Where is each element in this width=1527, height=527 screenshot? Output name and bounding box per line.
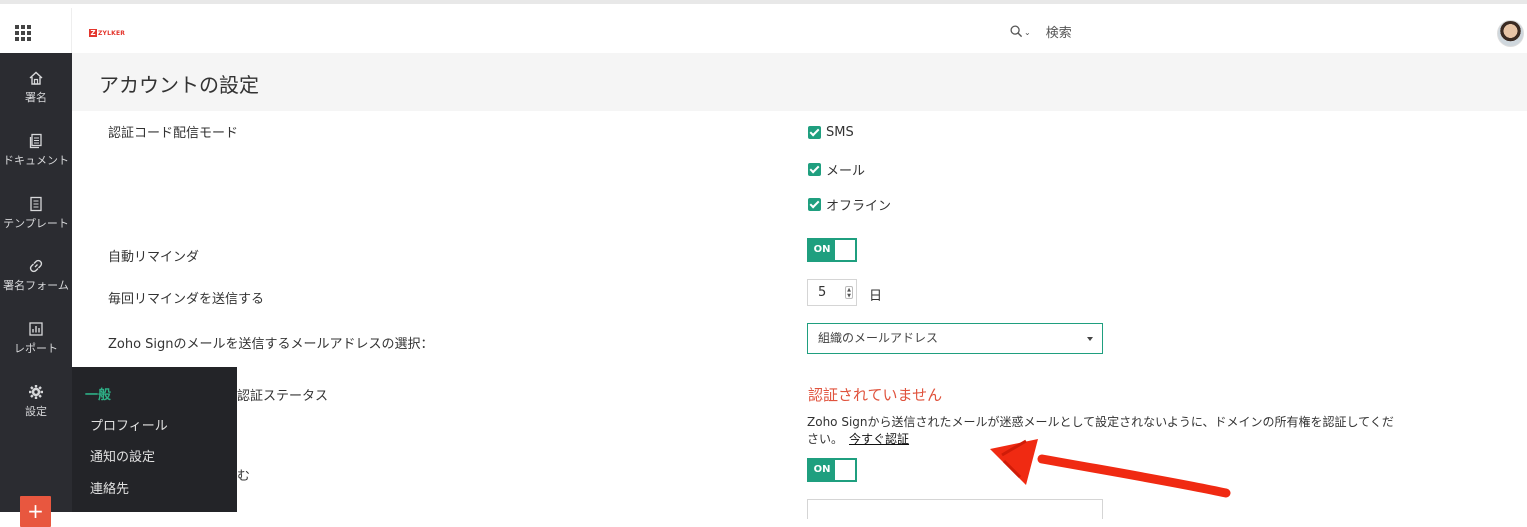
- sidebar-item-label: レポート: [14, 342, 58, 355]
- sidebar-item-reports[interactable]: レポート: [0, 321, 72, 356]
- checkbox-checked-icon: [808, 163, 821, 176]
- auto-reminder-toggle[interactable]: ON: [807, 238, 857, 262]
- reminder-interval-value: 5: [818, 285, 827, 300]
- home-icon: [29, 71, 43, 85]
- sidebar-item-label: テンプレート: [3, 217, 69, 230]
- annotation-arrow-icon: [990, 439, 1231, 498]
- document-icon: [29, 133, 42, 149]
- toggle-on-label: ON: [809, 240, 835, 260]
- logo-mark-icon: Z: [89, 29, 97, 37]
- search-button[interactable]: ⌄ 検索: [1010, 22, 1072, 41]
- submenu-item-notifications[interactable]: 通知の設定: [90, 446, 155, 465]
- company-logo[interactable]: Z ZYLKER: [89, 28, 125, 38]
- settings-submenu: 一般 プロフィール 通知の設定 連絡先: [72, 367, 237, 512]
- sidebar-item-sign[interactable]: 署名: [0, 70, 72, 105]
- page-title: アカウントの設定: [99, 73, 259, 97]
- sender-email-select[interactable]: 組織のメールアドレス: [807, 323, 1103, 354]
- sidebar-item-label: 署名フォーム: [3, 279, 69, 292]
- divider: [71, 8, 72, 57]
- include-label-partial: む: [237, 469, 251, 484]
- domain-status-label: 認証ステータス: [237, 389, 329, 404]
- link-icon: [29, 259, 43, 273]
- email-label: メール: [826, 164, 866, 179]
- auto-reminder-label: 自動リマインダ: [108, 250, 200, 265]
- avatar[interactable]: [1497, 20, 1524, 47]
- sidebar-item-label: ドキュメント: [3, 154, 69, 167]
- search-label: 検索: [1045, 26, 1072, 41]
- domain-status-value: 認証されていません: [808, 386, 943, 404]
- reminder-interval-input[interactable]: 5 ▲ ▼: [807, 279, 857, 306]
- offline-label: オフライン: [826, 199, 892, 214]
- search-icon: [1010, 25, 1023, 38]
- submenu-item-profile[interactable]: プロフィール: [90, 415, 168, 434]
- sender-email-value: 組織のメールアドレス: [818, 331, 939, 345]
- sidebar-item-settings[interactable]: 設定: [0, 384, 72, 419]
- sidebar: 署名 ドキュメント テンプレート 署名フォーム レポート 設定 +: [0, 53, 72, 527]
- template-icon: [30, 196, 42, 212]
- sms-checkbox[interactable]: SMS: [808, 125, 854, 140]
- submenu-item-contacts[interactable]: 連絡先: [90, 478, 129, 497]
- verify-now-link[interactable]: 今すぐ認証: [849, 432, 909, 446]
- toggle-on-label: ON: [809, 460, 835, 480]
- top-bar: Z ZYLKER ⌄ 検索: [0, 0, 1527, 57]
- report-icon: [29, 322, 43, 336]
- app-grid-icon[interactable]: [15, 25, 31, 41]
- stepper-icon[interactable]: ▲ ▼: [845, 286, 853, 299]
- sidebar-item-label: 署名: [25, 91, 47, 104]
- sidebar-item-label: 設定: [25, 405, 47, 418]
- otp-mode-label: 認証コード配信モード: [108, 126, 239, 141]
- page-header: アカウントの設定: [72, 53, 1527, 111]
- checkbox-checked-icon: [808, 126, 821, 139]
- offline-checkbox[interactable]: オフライン: [808, 195, 891, 214]
- sms-label: SMS: [826, 125, 854, 140]
- sidebar-item-sign-forms[interactable]: 署名フォーム: [0, 258, 72, 293]
- reminder-interval-unit: 日: [869, 289, 883, 304]
- include-toggle[interactable]: ON: [807, 458, 857, 482]
- email-checkbox[interactable]: メール: [808, 160, 865, 179]
- checkbox-checked-icon: [808, 198, 821, 211]
- sidebar-item-documents[interactable]: ドキュメント: [0, 133, 72, 168]
- submenu-heading: 一般: [85, 388, 112, 403]
- sidebar-item-templates[interactable]: テンプレート: [0, 196, 72, 231]
- logo-text: ZYLKER: [98, 29, 126, 37]
- sender-email-label: Zoho Signのメールを送信するメールアドレスの選択：: [108, 337, 434, 352]
- chevron-down-icon: ⌄: [1024, 28, 1031, 37]
- caret-down-icon: [1087, 337, 1093, 341]
- reminder-interval-label: 毎回リマインダを送信する: [108, 292, 265, 307]
- gear-icon: [29, 385, 43, 399]
